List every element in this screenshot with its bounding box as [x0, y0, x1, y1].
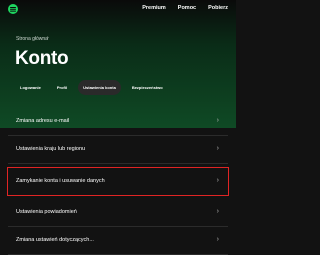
tab-profile[interactable]: Profil [52, 80, 72, 95]
settings-row-close-account[interactable]: Zamykanie konta i usuwanie danych › [7, 167, 229, 196]
chevron-right-icon: › [216, 177, 219, 184]
breadcrumb-separator-icon: › [47, 35, 49, 41]
chevron-right-icon: › [216, 117, 219, 124]
nav-premium-link[interactable]: Premium [142, 5, 166, 11]
chevron-right-icon: › [216, 208, 219, 215]
settings-row-notifications[interactable]: Ustawienia powiadomień › [8, 199, 228, 227]
nav-help-link[interactable]: Pomoc [178, 5, 196, 11]
account-tabs: Logowanie Profil Ustawienia konta Bezpie… [15, 80, 168, 95]
chevron-right-icon: › [216, 145, 219, 152]
top-nav: Premium Pomoc Pobierz [142, 5, 228, 11]
tab-account-settings[interactable]: Ustawienia konta [78, 80, 121, 95]
spotify-logo-icon[interactable] [8, 4, 18, 14]
settings-row-label: Zamykanie konta i usuwanie danych [16, 178, 105, 184]
breadcrumb-home-link[interactable]: Strona główna [16, 36, 48, 42]
page-title: Konto [15, 48, 69, 69]
settings-row-country-region[interactable]: Ustawienia kraju lub regionu › [8, 136, 228, 164]
tab-login[interactable]: Logowanie [15, 80, 46, 95]
settings-row-label: Zmiana adresu e-mail [16, 118, 70, 124]
settings-row-data-settings[interactable]: Zmiana ustawień dotyczących... › [8, 227, 228, 255]
settings-list: Zmiana adresu e-mail › Ustawienia kraju … [7, 108, 229, 255]
settings-row-change-email[interactable]: Zmiana adresu e-mail › [8, 108, 228, 136]
nav-download-link[interactable]: Pobierz [208, 5, 228, 11]
tab-security[interactable]: Bezpieczeństwo [127, 80, 168, 95]
settings-row-label: Ustawienia powiadomień [16, 209, 77, 215]
settings-row-label: Zmiana ustawień dotyczących... [16, 237, 94, 243]
settings-row-label: Ustawienia kraju lub regionu [16, 146, 86, 152]
